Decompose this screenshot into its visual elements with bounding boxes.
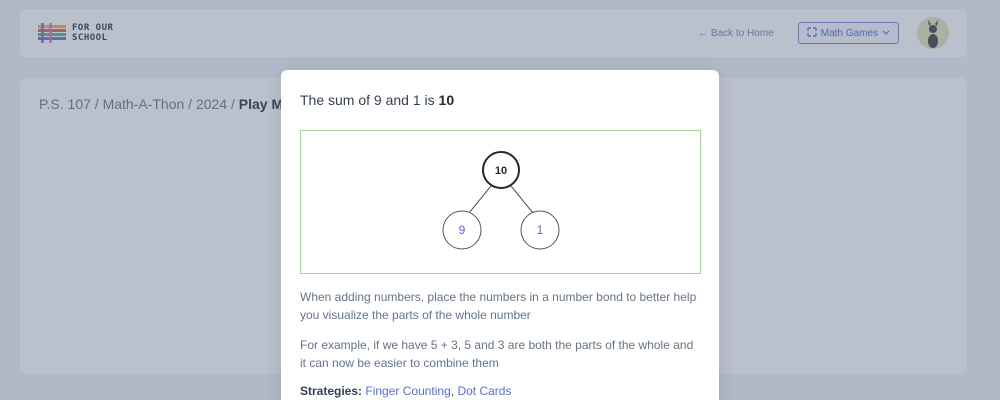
modal-title: The sum of 9 and 1 is 10 bbox=[300, 92, 700, 108]
bond-whole-label: 10 bbox=[495, 165, 507, 177]
hint-modal: The sum of 9 and 1 is 10 10 9 1 When add… bbox=[281, 70, 719, 400]
strategies-line: Strategies: Finger Counting, Dot Cards bbox=[300, 384, 512, 398]
strategy-link-finger-counting[interactable]: Finger Counting bbox=[365, 384, 450, 398]
number-bond-diagram: 10 9 1 bbox=[300, 130, 701, 274]
strategy-link-dot-cards[interactable]: Dot Cards bbox=[457, 384, 511, 398]
strategies-label: Strategies: bbox=[300, 384, 363, 398]
example-paragraph: For example, if we have 5 + 3, 5 and 3 a… bbox=[300, 338, 694, 370]
bond-part-right-label: 1 bbox=[537, 223, 544, 237]
bond-part-left-label: 9 bbox=[459, 223, 466, 237]
explanation-paragraph: When adding numbers, place the numbers i… bbox=[300, 290, 697, 322]
modal-title-answer: 10 bbox=[438, 92, 455, 108]
modal-title-prefix: The sum of 9 and 1 is bbox=[300, 92, 435, 108]
